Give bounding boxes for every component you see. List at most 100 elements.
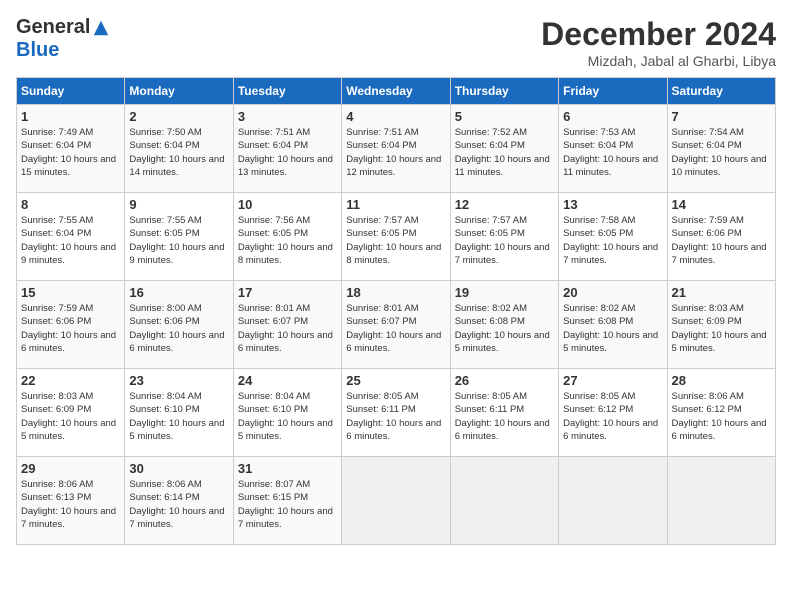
logo: General Blue	[16, 16, 110, 62]
calendar-cell: 27 Sunrise: 8:05 AMSunset: 6:12 PMDayligh…	[559, 369, 667, 457]
day-number: 30	[129, 461, 228, 476]
day-number: 9	[129, 197, 228, 212]
day-number: 16	[129, 285, 228, 300]
day-number: 4	[346, 109, 445, 124]
day-detail: Sunrise: 8:03 AMSunset: 6:09 PMDaylight:…	[21, 390, 120, 443]
day-number: 14	[672, 197, 771, 212]
day-number: 7	[672, 109, 771, 124]
day-detail: Sunrise: 8:07 AMSunset: 6:15 PMDaylight:…	[238, 478, 337, 531]
day-number: 23	[129, 373, 228, 388]
day-detail: Sunrise: 7:58 AMSunset: 6:05 PMDaylight:…	[563, 214, 662, 267]
calendar-cell: 31 Sunrise: 8:07 AMSunset: 6:15 PMDayligh…	[233, 457, 341, 545]
day-detail: Sunrise: 7:54 AMSunset: 6:04 PMDaylight:…	[672, 126, 771, 179]
calendar-cell	[450, 457, 558, 545]
header-row: SundayMondayTuesdayWednesdayThursdayFrid…	[17, 78, 776, 105]
day-number: 15	[21, 285, 120, 300]
day-detail: Sunrise: 8:00 AMSunset: 6:06 PMDaylight:…	[129, 302, 228, 355]
day-number: 24	[238, 373, 337, 388]
day-detail: Sunrise: 8:05 AMSunset: 6:11 PMDaylight:…	[455, 390, 554, 443]
header-day: Monday	[125, 78, 233, 105]
calendar-cell: 25 Sunrise: 8:05 AMSunset: 6:11 PMDayligh…	[342, 369, 450, 457]
day-number: 13	[563, 197, 662, 212]
day-detail: Sunrise: 7:53 AMSunset: 6:04 PMDaylight:…	[563, 126, 662, 179]
day-detail: Sunrise: 7:57 AMSunset: 6:05 PMDaylight:…	[346, 214, 445, 267]
calendar-cell: 26 Sunrise: 8:05 AMSunset: 6:11 PMDayligh…	[450, 369, 558, 457]
calendar-body: 1 Sunrise: 7:49 AMSunset: 6:04 PMDaylight…	[17, 105, 776, 545]
day-number: 1	[21, 109, 120, 124]
calendar-cell: 17Sunrise: 8:01 AMSunset: 6:07 PMDayligh…	[233, 281, 341, 369]
calendar-cell: 8 Sunrise: 7:55 AMSunset: 6:04 PMDaylight…	[17, 193, 125, 281]
calendar-cell: 12Sunrise: 7:57 AMSunset: 6:05 PMDayligh…	[450, 193, 558, 281]
header-day: Sunday	[17, 78, 125, 105]
header-day: Tuesday	[233, 78, 341, 105]
calendar-cell: 11 Sunrise: 7:57 AMSunset: 6:05 PMDayligh…	[342, 193, 450, 281]
calendar-week-row: 22 Sunrise: 8:03 AMSunset: 6:09 PMDayligh…	[17, 369, 776, 457]
calendar-table: SundayMondayTuesdayWednesdayThursdayFrid…	[16, 77, 776, 545]
calendar-cell: 13 Sunrise: 7:58 AMSunset: 6:05 PMDayligh…	[559, 193, 667, 281]
calendar-cell: 9 Sunrise: 7:55 AMSunset: 6:05 PMDaylight…	[125, 193, 233, 281]
day-number: 26	[455, 373, 554, 388]
calendar-cell: 2 Sunrise: 7:50 AMSunset: 6:04 PMDaylight…	[125, 105, 233, 193]
calendar-week-row: 1 Sunrise: 7:49 AMSunset: 6:04 PMDaylight…	[17, 105, 776, 193]
calendar-cell: 1 Sunrise: 7:49 AMSunset: 6:04 PMDaylight…	[17, 105, 125, 193]
day-detail: Sunrise: 7:56 AMSunset: 6:05 PMDaylight:…	[238, 214, 337, 267]
day-detail: Sunrise: 8:05 AMSunset: 6:12 PMDaylight:…	[563, 390, 662, 443]
calendar-week-row: 8 Sunrise: 7:55 AMSunset: 6:04 PMDaylight…	[17, 193, 776, 281]
calendar-cell: 19Sunrise: 8:02 AMSunset: 6:08 PMDayligh…	[450, 281, 558, 369]
day-detail: Sunrise: 8:05 AMSunset: 6:11 PMDaylight:…	[346, 390, 445, 443]
calendar-week-row: 15 Sunrise: 7:59 AMSunset: 6:06 PMDayligh…	[17, 281, 776, 369]
day-number: 31	[238, 461, 337, 476]
day-detail: Sunrise: 7:59 AMSunset: 6:06 PMDaylight:…	[21, 302, 120, 355]
day-detail: Sunrise: 8:02 AMSunset: 6:08 PMDaylight:…	[563, 302, 662, 355]
day-number: 25	[346, 373, 445, 388]
header-day: Wednesday	[342, 78, 450, 105]
day-detail: Sunrise: 7:50 AMSunset: 6:04 PMDaylight:…	[129, 126, 228, 179]
day-detail: Sunrise: 8:04 AMSunset: 6:10 PMDaylight:…	[129, 390, 228, 443]
day-number: 29	[21, 461, 120, 476]
header-day: Friday	[559, 78, 667, 105]
day-detail: Sunrise: 8:06 AMSunset: 6:12 PMDaylight:…	[672, 390, 771, 443]
calendar-cell: 15 Sunrise: 7:59 AMSunset: 6:06 PMDayligh…	[17, 281, 125, 369]
location: Mizdah, Jabal al Gharbi, Libya	[541, 53, 776, 69]
calendar-cell: 16 Sunrise: 8:00 AMSunset: 6:06 PMDayligh…	[125, 281, 233, 369]
day-detail: Sunrise: 7:49 AMSunset: 6:04 PMDaylight:…	[21, 126, 120, 179]
day-number: 5	[455, 109, 554, 124]
calendar-cell: 4 Sunrise: 7:51 AMSunset: 6:04 PMDaylight…	[342, 105, 450, 193]
header-day: Saturday	[667, 78, 775, 105]
calendar-cell: 23 Sunrise: 8:04 AMSunset: 6:10 PMDayligh…	[125, 369, 233, 457]
calendar-week-row: 29 Sunrise: 8:06 AMSunset: 6:13 PMDayligh…	[17, 457, 776, 545]
day-detail: Sunrise: 7:55 AMSunset: 6:04 PMDaylight:…	[21, 214, 120, 267]
day-number: 6	[563, 109, 662, 124]
day-detail: Sunrise: 8:06 AMSunset: 6:13 PMDaylight:…	[21, 478, 120, 531]
day-detail: Sunrise: 7:52 AMSunset: 6:04 PMDaylight:…	[455, 126, 554, 179]
logo-blue-text: Blue	[16, 39, 59, 62]
calendar-cell: 10 Sunrise: 7:56 AMSunset: 6:05 PMDayligh…	[233, 193, 341, 281]
day-number: 8	[21, 197, 120, 212]
day-number: 21	[672, 285, 771, 300]
day-number: 10	[238, 197, 337, 212]
day-number: 27	[563, 373, 662, 388]
day-number: 17	[238, 285, 337, 300]
calendar-cell: 28 Sunrise: 8:06 AMSunset: 6:12 PMDayligh…	[667, 369, 775, 457]
day-number: 18	[346, 285, 445, 300]
day-detail: Sunrise: 7:57 AMSunset: 6:05 PMDaylight:…	[455, 214, 554, 267]
title-block: December 2024 Mizdah, Jabal al Gharbi, L…	[541, 16, 776, 69]
calendar-cell: 30Sunrise: 8:06 AMSunset: 6:14 PMDayligh…	[125, 457, 233, 545]
day-number: 28	[672, 373, 771, 388]
header-day: Thursday	[450, 78, 558, 105]
day-number: 3	[238, 109, 337, 124]
day-number: 19	[455, 285, 554, 300]
day-number: 22	[21, 373, 120, 388]
day-number: 11	[346, 197, 445, 212]
calendar-cell: 7 Sunrise: 7:54 AMSunset: 6:04 PMDaylight…	[667, 105, 775, 193]
calendar-cell: 6 Sunrise: 7:53 AMSunset: 6:04 PMDaylight…	[559, 105, 667, 193]
calendar-cell	[667, 457, 775, 545]
logo-general: General	[16, 16, 90, 39]
page-header: General Blue December 2024 Mizdah, Jabal…	[16, 16, 776, 69]
calendar-cell: 21Sunrise: 8:03 AMSunset: 6:09 PMDayligh…	[667, 281, 775, 369]
day-detail: Sunrise: 7:55 AMSunset: 6:05 PMDaylight:…	[129, 214, 228, 267]
day-detail: Sunrise: 7:51 AMSunset: 6:04 PMDaylight:…	[346, 126, 445, 179]
day-number: 2	[129, 109, 228, 124]
day-detail: Sunrise: 8:04 AMSunset: 6:10 PMDaylight:…	[238, 390, 337, 443]
calendar-cell: 18Sunrise: 8:01 AMSunset: 6:07 PMDayligh…	[342, 281, 450, 369]
